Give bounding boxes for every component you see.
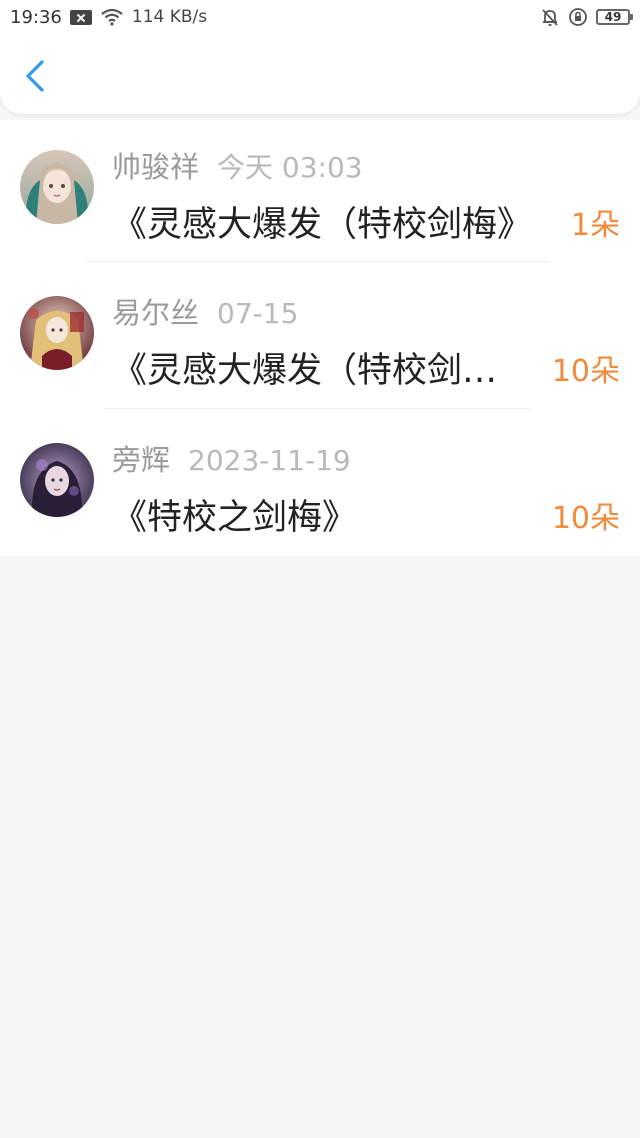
send-time: 今天 03:03 [217,151,363,184]
avatar-image [20,443,94,517]
back-button[interactable] [18,56,52,96]
rotation-lock-icon [569,8,587,26]
nav-bar [0,34,640,114]
row-divider [86,261,548,262]
status-right: 49 [540,7,633,27]
sender-name: 帅骏祥 [112,150,200,184]
avatar[interactable] [20,150,94,224]
battery-level: 49 [604,10,622,24]
gift-count: 10朵 [551,501,620,536]
wifi-icon [101,8,123,26]
avatar-image [20,296,94,370]
row-divider [104,408,530,409]
send-time: 2023-11-19 [188,444,351,477]
battery-icon: 49 [596,9,633,25]
list-item[interactable]: 旁辉 2023-11-19 《特校之剑梅》 10朵 [0,413,640,559]
network-speed: 114 KB/s [131,7,208,27]
avatar[interactable] [20,443,94,517]
send-time: 07-15 [217,297,299,330]
gift-list: 帅骏祥 今天 03:03 《灵感大爆发（特校剑梅》 1朵 易尔丝 07-15 《… [0,120,640,556]
sender-line: 易尔丝 07-15 [112,290,298,332]
sender-line: 帅骏祥 今天 03:03 [112,144,363,186]
gift-count: 1朵 [570,208,620,243]
sender-name: 旁辉 [112,443,171,477]
alarm-off-icon [542,9,558,26]
chevron-left-icon [26,60,44,92]
avatar-image [20,150,94,224]
status-bar: 19:36 114 KB/s 49 [0,0,640,34]
sender-name: 易尔丝 [112,296,200,330]
book-title: 《灵感大爆发（特校剑梅》 [112,351,518,391]
status-time: 19:36 [10,6,62,28]
list-item[interactable]: 帅骏祥 今天 03:03 《灵感大爆发（特校剑梅》 1朵 [0,120,640,266]
status-left: 19:36 114 KB/s [10,7,207,28]
sender-line: 旁辉 2023-11-19 [112,437,351,479]
book-title: 《灵感大爆发（特校剑梅》 [112,205,533,245]
book-title: 《特校之剑梅》 [112,498,358,538]
avatar[interactable] [20,296,94,370]
list-item[interactable]: 易尔丝 07-15 《灵感大爆发（特校剑梅》 10朵 [0,266,640,412]
sim-off-icon [69,9,92,25]
gift-count: 10朵 [551,354,620,389]
